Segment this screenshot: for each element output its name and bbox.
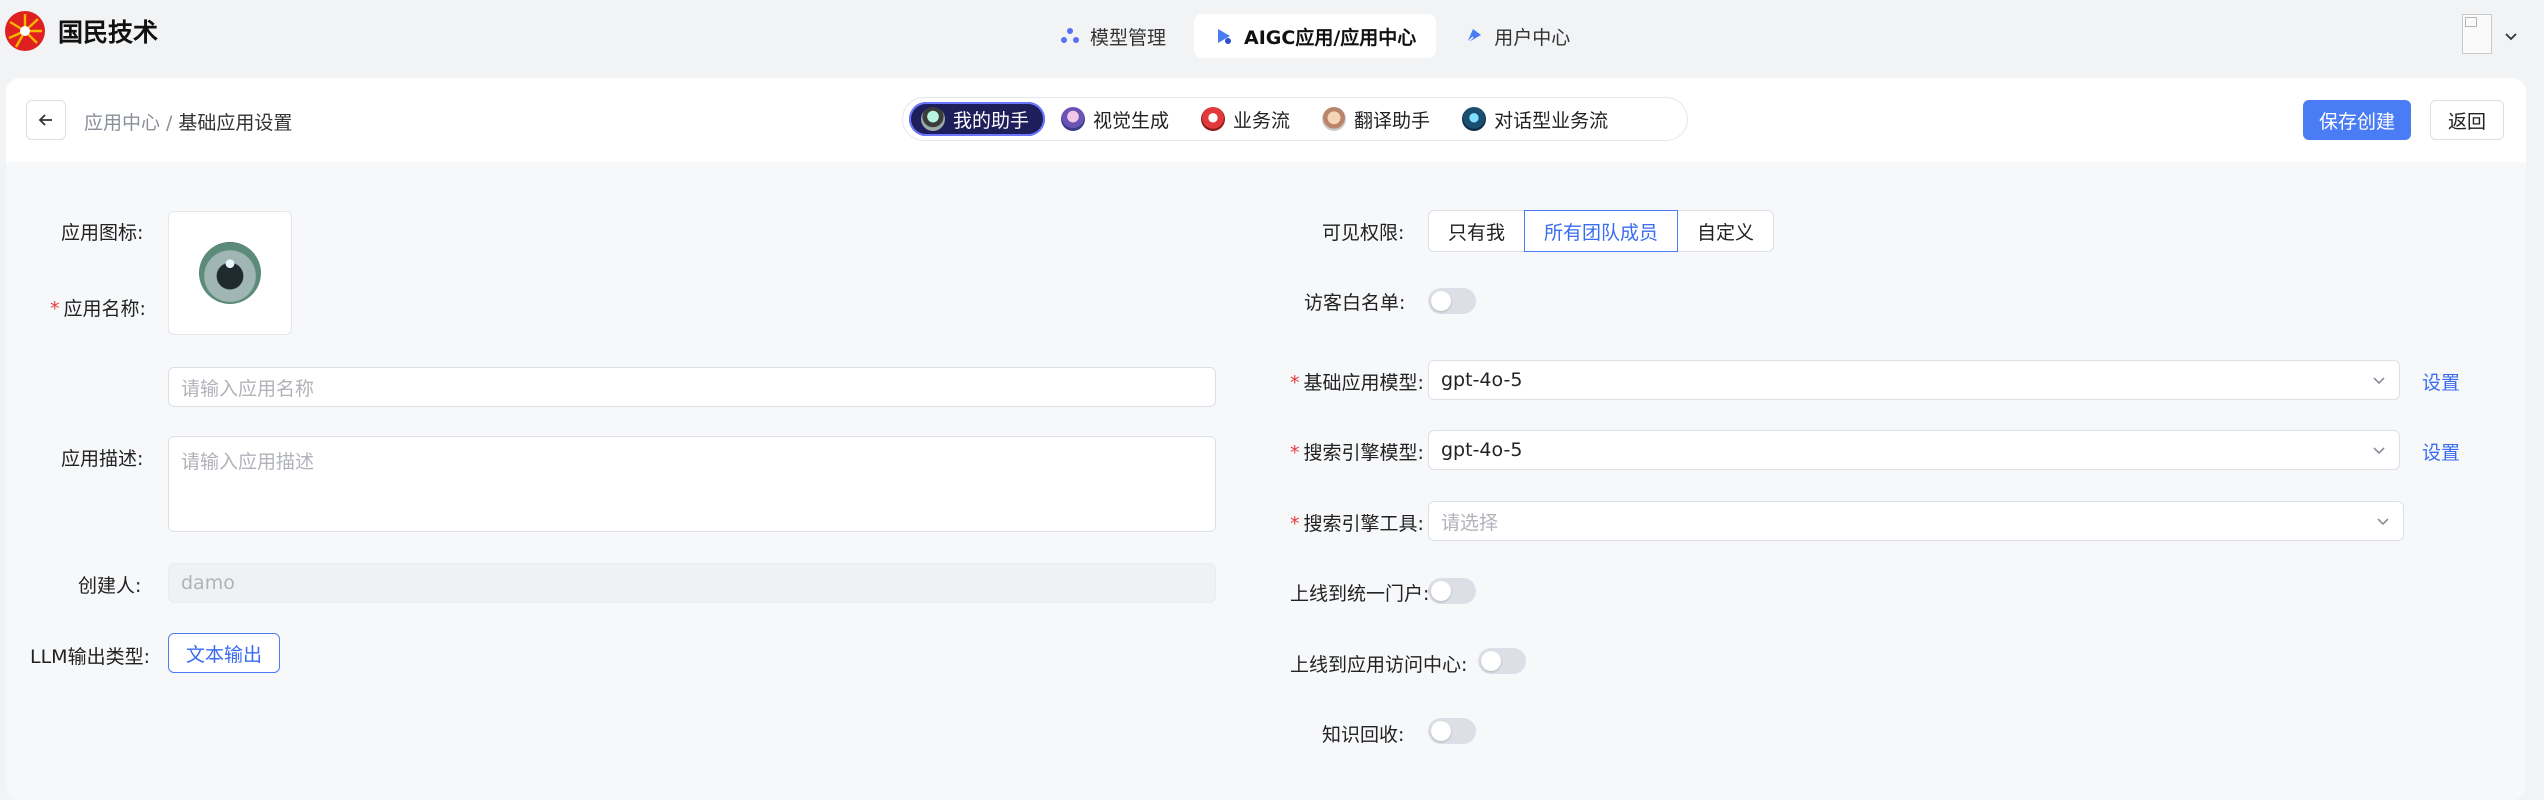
access-center-label: 上线到应用访问中心: <box>1290 654 1468 676</box>
base-model-settings-link[interactable]: 设置 <box>2422 368 2460 395</box>
tab-visual-generation[interactable]: 视觉生成 <box>1049 102 1185 136</box>
guest-whitelist-switch[interactable] <box>1428 288 1476 314</box>
search-tool-select[interactable]: 请选择 <box>1428 501 2404 541</box>
app-icon-label: 应用图标: <box>61 222 144 244</box>
visual-avatar-icon <box>1061 107 1086 131</box>
top-navbar: 国民技术 模型管理 AIGC应用/应用中心 用户中心 <box>0 0 2544 73</box>
back-arrow-button[interactable] <box>26 100 66 140</box>
search-model-select[interactable]: gpt-4o-5 <box>1428 430 2400 470</box>
portal-switch[interactable] <box>1428 578 1476 604</box>
topnav-app-center[interactable]: AIGC应用/应用中心 <box>1194 14 1437 58</box>
breadcrumb-separator: / <box>166 112 173 134</box>
guest-whitelist-label: 访客白名单: <box>1304 292 1406 314</box>
creator-label: 创建人: <box>78 575 142 597</box>
brand-logo[interactable]: 国民技术 <box>4 10 158 52</box>
breadcrumb-parent[interactable]: 应用中心 <box>84 112 160 134</box>
tab-my-assistant[interactable]: 我的助手 <box>909 102 1046 136</box>
topnav-label: 模型管理 <box>1090 26 1167 49</box>
app-desc-label: 应用描述: <box>61 448 144 470</box>
label-text: 搜索引擎工具: <box>1303 513 1424 535</box>
placeholder: 请输入应用描述 <box>181 451 315 473</box>
robot-avatar-icon <box>921 107 945 131</box>
search-model-settings-link[interactable]: 设置 <box>2422 438 2460 465</box>
visibility-all-team[interactable]: 所有团队成员 <box>1524 210 1679 252</box>
app-name-input[interactable]: 请输入应用名称 <box>168 367 1216 407</box>
main-card: 应用中心 /基础应用设置 我的助手 视觉生成 业务流 翻译助手 对话型业务流 <box>6 78 2526 800</box>
breadcrumb: 应用中心 / 基础应用设置 <box>84 108 292 135</box>
selected-value: gpt-4o-5 <box>1441 439 1523 461</box>
tab-translation-assistant[interactable]: 翻译助手 <box>1310 102 1446 136</box>
required-mark: * <box>1290 442 1300 464</box>
required-mark: * <box>1290 513 1300 535</box>
search-model-label: * 搜索引擎模型: <box>1290 438 1424 465</box>
topnav-label: AIGC应用/应用中心 <box>1244 26 1417 49</box>
topnav-label: 用户中心 <box>1494 26 1571 49</box>
visibility-radio-group: 只有我 所有团队成员 自定义 <box>1428 210 1775 252</box>
switch-knob <box>1481 651 1501 671</box>
switch-knob <box>1431 291 1451 311</box>
search-tool-label: * 搜索引擎工具: <box>1290 509 1424 536</box>
placeholder: 请选择 <box>1441 511 1499 534</box>
back-button[interactable]: 返回 <box>2430 100 2504 140</box>
portal-label: 上线到统一门户: <box>1290 583 1430 605</box>
app-type-tabs: 我的助手 视觉生成 业务流 翻译助手 对话型业务流 <box>902 97 1688 141</box>
app-desc-textarea[interactable]: 请输入应用描述 <box>168 436 1216 532</box>
chevron-down-icon <box>2373 377 2385 385</box>
llm-output-type-text-button[interactable]: 文本输出 <box>168 633 280 673</box>
access-center-switch[interactable] <box>1478 648 1526 674</box>
base-model-label: * 基础应用模型: <box>1290 368 1424 395</box>
tab-label: 我的助手 <box>953 109 1030 132</box>
knowledge-recycle-switch[interactable] <box>1428 718 1476 744</box>
llm-output-type-label: LLM输出类型: <box>30 646 150 668</box>
tab-label: 视觉生成 <box>1093 109 1170 132</box>
base-model-select[interactable]: gpt-4o-5 <box>1428 360 2400 400</box>
chevron-down-icon <box>2377 518 2389 526</box>
chatbot-avatar-icon <box>1462 107 1487 131</box>
app-name-label: * 应用名称: <box>50 294 146 321</box>
model-icon <box>1061 28 1079 43</box>
visibility-label: 可见权限: <box>1322 222 1405 244</box>
top-nav: 模型管理 AIGC应用/应用中心 用户中心 <box>1040 14 1598 58</box>
tab-conversational-workflow[interactable]: 对话型业务流 <box>1450 102 1624 136</box>
workflow-avatar-icon <box>1201 107 1226 131</box>
app-icon-upload[interactable] <box>168 211 292 335</box>
label-text: 基础应用模型: <box>1303 372 1424 394</box>
robot-app-icon <box>199 242 261 304</box>
tab-label: 翻译助手 <box>1354 109 1431 132</box>
chevron-down-icon[interactable] <box>2503 28 2519 44</box>
creator-value: damo <box>181 572 235 594</box>
switch-knob <box>1431 581 1451 601</box>
app-center-icon <box>1218 29 1232 44</box>
tab-label: 对话型业务流 <box>1494 109 1609 132</box>
required-mark: * <box>1290 372 1300 394</box>
creator-field: damo <box>168 563 1216 603</box>
brand-name: 国民技术 <box>58 18 159 47</box>
label-text: 搜索引擎模型: <box>1303 442 1424 464</box>
visibility-only-me[interactable]: 只有我 <box>1428 210 1526 252</box>
user-center-icon <box>1466 29 1482 44</box>
switch-knob <box>1431 721 1451 741</box>
card-header: 应用中心 /基础应用设置 我的助手 视觉生成 业务流 翻译助手 对话型业务流 <box>6 78 2526 162</box>
avatar[interactable] <box>2462 14 2492 54</box>
topnav-user-center[interactable]: 用户中心 <box>1444 14 1590 58</box>
topnav-model-management[interactable]: 模型管理 <box>1040 14 1186 58</box>
save-create-button[interactable]: 保存创建 <box>2303 100 2411 140</box>
knowledge-recycle-label: 知识回收: <box>1322 724 1405 746</box>
tab-workflow[interactable]: 业务流 <box>1189 102 1306 136</box>
selected-value: gpt-4o-5 <box>1441 369 1523 391</box>
sunburst-logo-icon <box>5 11 45 51</box>
breadcrumb-current: 基础应用设置 <box>178 112 293 134</box>
placeholder: 请输入应用名称 <box>181 377 315 400</box>
broken-image-icon <box>2465 17 2477 27</box>
arrow-left-icon <box>38 114 52 126</box>
label-text: 应用名称: <box>63 298 146 320</box>
visibility-custom[interactable]: 自定义 <box>1677 210 1775 252</box>
tab-label: 业务流 <box>1233 109 1291 132</box>
chevron-down-icon <box>2373 447 2385 455</box>
required-mark: * <box>50 298 60 320</box>
translator-avatar-icon <box>1322 107 1347 131</box>
